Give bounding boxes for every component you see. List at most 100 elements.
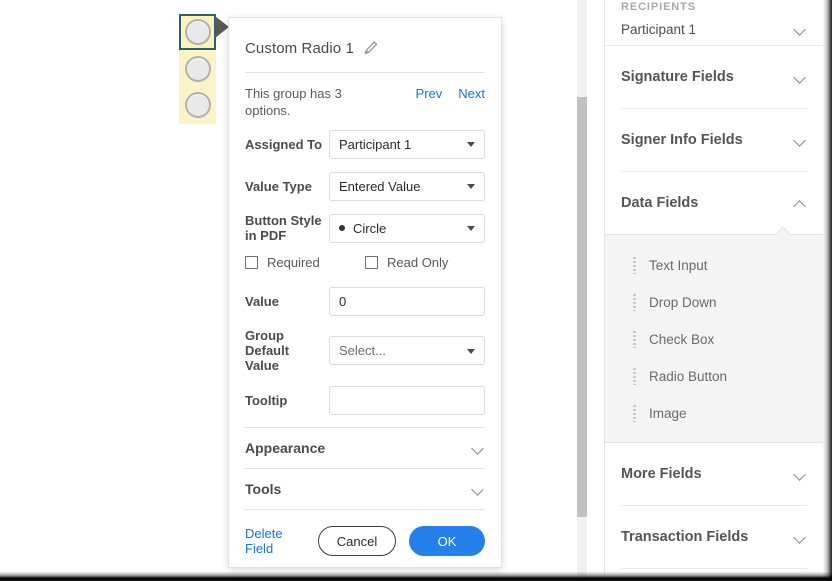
drag-handle-icon[interactable]	[633, 331, 636, 348]
document-scrollbar-thumb[interactable]	[577, 97, 587, 517]
more-fields-label: More Fields	[621, 466, 702, 482]
chevron-down-icon	[794, 25, 807, 33]
radio-option-3[interactable]	[179, 87, 216, 123]
field-item-radio-button[interactable]: Radio Button	[605, 358, 823, 395]
group-default-value-select[interactable]: Select...	[329, 336, 485, 365]
group-default-value-text: Select...	[339, 343, 386, 358]
value-type-label: Value Type	[245, 179, 329, 194]
next-button[interactable]: Next	[458, 86, 485, 101]
chevron-down-icon	[467, 349, 475, 354]
cancel-button[interactable]: Cancel	[318, 526, 396, 556]
chevron-up-icon	[794, 199, 807, 207]
group-info-text: This group has 3 options.	[245, 85, 355, 119]
field-item-label: Radio Button	[649, 369, 727, 384]
appearance-accordion[interactable]: Appearance	[245, 428, 485, 468]
assigned-to-select[interactable]: Participant 1	[329, 130, 485, 159]
prev-button[interactable]: Prev	[416, 86, 443, 101]
drag-handle-icon[interactable]	[633, 368, 636, 385]
app-page: Custom Radio 1 This group has 3 options.…	[0, 0, 832, 581]
chevron-down-icon	[467, 142, 475, 147]
tooltip-label: Tooltip	[245, 393, 329, 408]
radio-circle-icon	[185, 19, 211, 45]
signer-info-fields-label: Signer Info Fields	[621, 132, 743, 148]
drag-handle-icon[interactable]	[633, 257, 636, 274]
value-row: Value 0	[245, 286, 485, 316]
field-item-label: Image	[649, 406, 687, 421]
sidebar-section-transaction-fields: Transaction Fields	[605, 506, 823, 568]
panel-notch-icon	[775, 227, 791, 235]
chevron-down-icon	[794, 533, 807, 541]
tooltip-row: Tooltip	[245, 385, 485, 415]
sidebar-section-signer-info-fields: Signer Info Fields	[605, 109, 823, 171]
field-properties-dialog: Custom Radio 1 This group has 3 options.…	[228, 17, 502, 568]
value-label: Value	[245, 294, 329, 309]
recipients-heading: RECIPIENTS	[621, 0, 807, 13]
recipient-selector[interactable]: Participant 1	[621, 13, 807, 45]
dialog-button-row: Delete Field Cancel OK	[245, 510, 485, 556]
dialog-title-row: Custom Radio 1	[245, 18, 485, 72]
field-item-label: Text Input	[649, 258, 708, 273]
radio-option-1[interactable]	[179, 14, 216, 50]
group-info-row: This group has 3 options. Prev Next	[245, 73, 485, 129]
recipient-selected-name: Participant 1	[621, 22, 696, 37]
field-item-check-box[interactable]: Check Box	[605, 321, 823, 358]
field-item-text-input[interactable]: Text Input	[605, 247, 823, 284]
required-checkbox[interactable]: Required	[245, 255, 365, 270]
signer-info-fields-header[interactable]: Signer Info Fields	[621, 109, 807, 171]
checkbox-icon	[245, 256, 258, 269]
field-item-image[interactable]: Image	[605, 395, 823, 432]
transaction-fields-header[interactable]: Transaction Fields	[621, 506, 807, 568]
transaction-fields-label: Transaction Fields	[621, 529, 748, 545]
dialog-title: Custom Radio 1	[245, 40, 354, 57]
value-type-value: Entered Value	[339, 179, 420, 194]
tools-accordion[interactable]: Tools	[245, 469, 485, 509]
value-type-select[interactable]: Entered Value	[329, 172, 485, 201]
page-edge-shadow-bottom	[0, 572, 832, 581]
value-input-text: 0	[339, 294, 346, 309]
more-fields-header[interactable]: More Fields	[621, 443, 807, 505]
button-style-select[interactable]: Circle	[329, 214, 485, 243]
value-input[interactable]: 0	[329, 287, 485, 316]
button-style-row: Button Style in PDF Circle	[245, 213, 485, 243]
appearance-label: Appearance	[245, 440, 325, 456]
recipients-block: RECIPIENTS Participant 1	[605, 0, 823, 45]
read-only-label: Read Only	[387, 255, 448, 270]
radio-circle-icon	[185, 56, 211, 82]
field-item-drop-down[interactable]: Drop Down	[605, 284, 823, 321]
dialog-pointer-caret	[215, 16, 229, 38]
sidebar-section-more-fields: More Fields	[605, 443, 823, 505]
checkbox-icon	[365, 256, 378, 269]
tooltip-input[interactable]	[329, 386, 485, 415]
sidebar-section-data-fields: Data Fields	[605, 172, 823, 234]
sidebar-section-signature-fields: Signature Fields	[605, 46, 823, 108]
data-fields-panel: Text Input Drop Down Check Box Radio But…	[605, 234, 823, 443]
required-label: Required	[267, 255, 320, 270]
signature-fields-header[interactable]: Signature Fields	[621, 46, 807, 108]
data-fields-header[interactable]: Data Fields	[621, 172, 807, 234]
chevron-down-icon	[472, 485, 485, 493]
button-style-label: Button Style in PDF	[245, 213, 329, 243]
value-type-row: Value Type Entered Value	[245, 171, 485, 201]
chevron-down-icon	[467, 226, 475, 231]
pencil-icon[interactable]	[363, 40, 379, 56]
chevron-down-icon	[794, 136, 807, 144]
tools-label: Tools	[245, 481, 281, 497]
group-default-value-row: Group Default Value Select...	[245, 328, 485, 373]
radio-circle-icon	[185, 92, 211, 118]
read-only-checkbox[interactable]: Read Only	[365, 255, 448, 270]
assigned-to-row: Assigned To Participant 1	[245, 129, 485, 159]
chevron-down-icon	[794, 470, 807, 478]
drag-handle-icon[interactable]	[633, 294, 636, 311]
fields-sidebar: RECIPIENTS Participant 1 Signature Field…	[604, 0, 823, 574]
delete-field-button[interactable]: Delete Field	[245, 526, 308, 556]
drag-handle-icon[interactable]	[633, 405, 636, 422]
assigned-to-value: Participant 1	[339, 137, 411, 152]
field-item-label: Check Box	[649, 332, 714, 347]
signature-fields-label: Signature Fields	[621, 69, 734, 85]
ok-button[interactable]: OK	[409, 526, 485, 556]
group-default-value-label: Group Default Value	[245, 328, 329, 373]
circle-bullet-icon	[339, 225, 345, 231]
radio-option-2[interactable]	[179, 51, 216, 87]
radio-group-strip[interactable]	[179, 14, 216, 124]
chevron-down-icon	[467, 184, 475, 189]
